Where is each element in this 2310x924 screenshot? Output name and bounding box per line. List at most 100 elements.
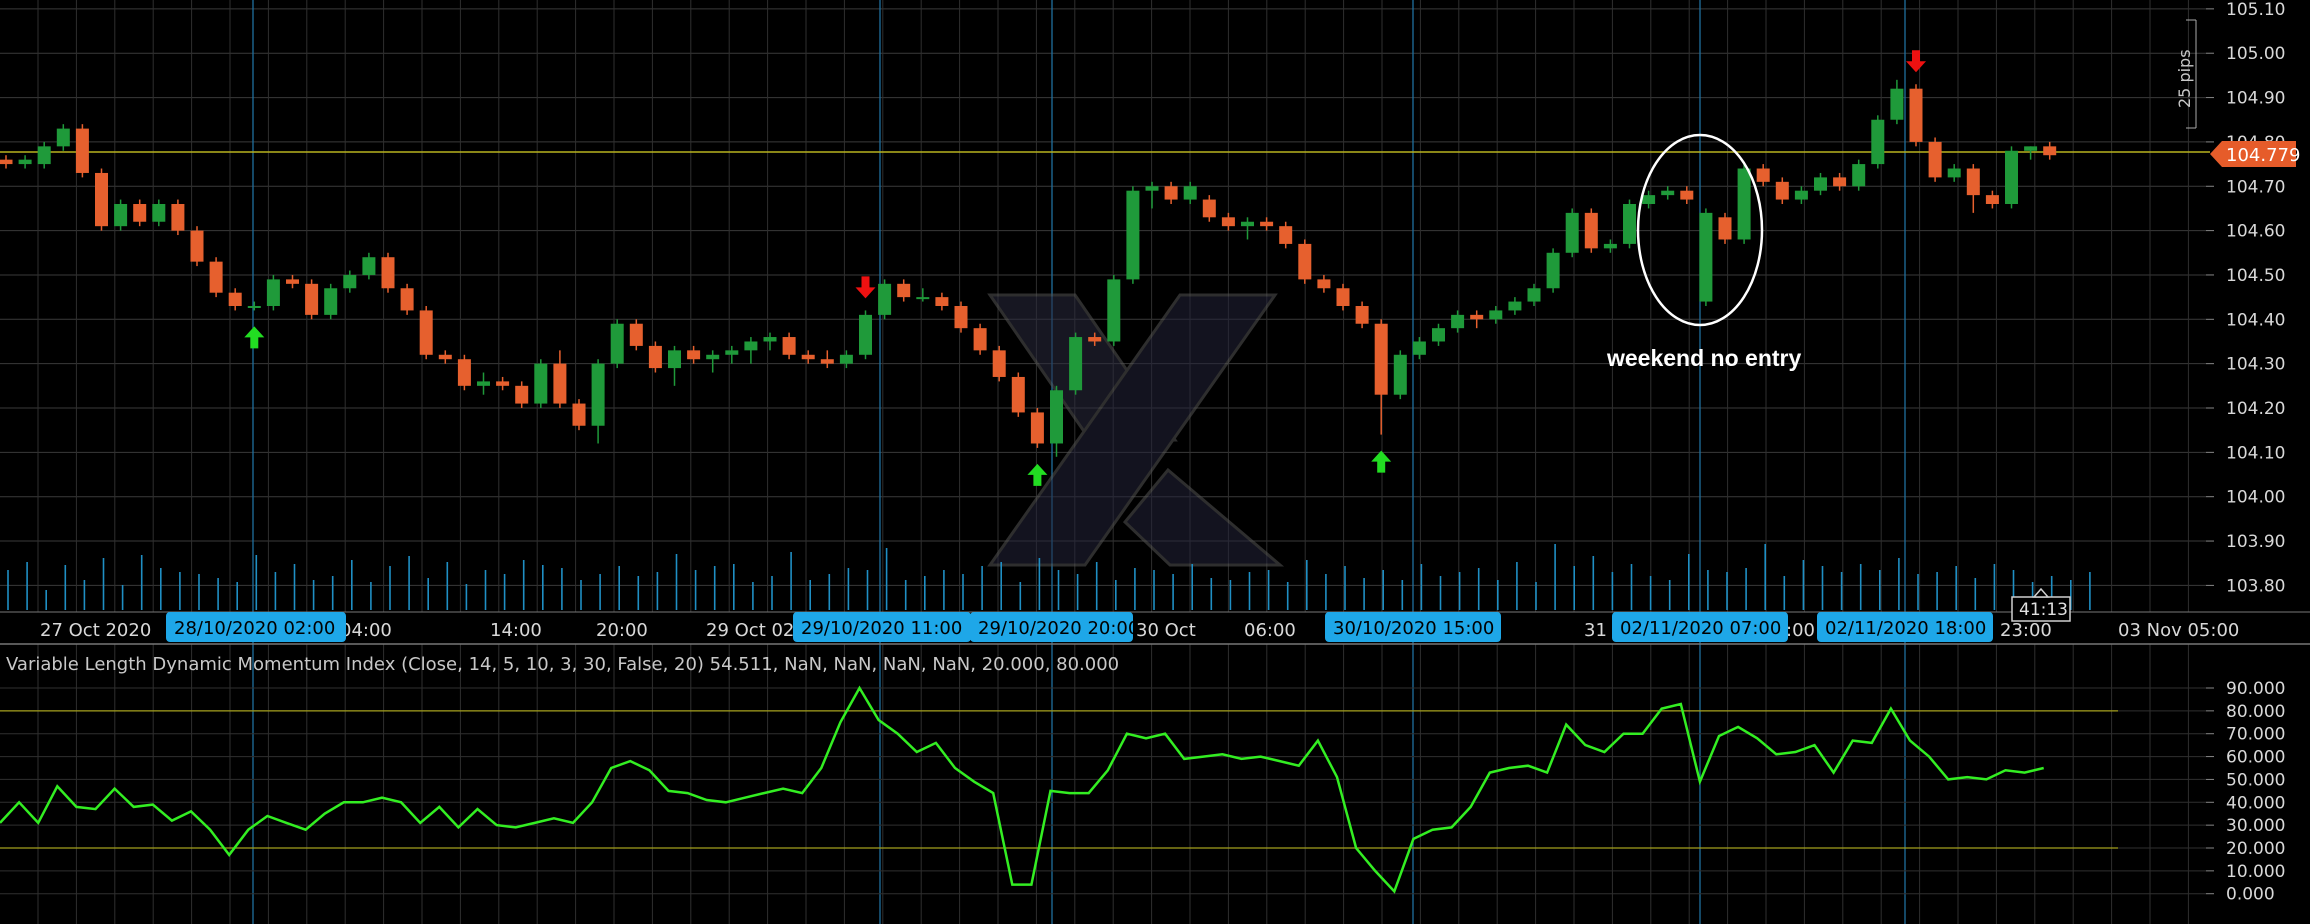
candle-body: [801, 354, 815, 360]
candle-body: [1966, 168, 1980, 196]
candle-body: [56, 128, 70, 147]
candle-body: [18, 159, 32, 165]
candle-body: [992, 350, 1006, 377]
price-tick-label: 103.90: [2226, 532, 2285, 552]
candle-body: [534, 363, 548, 404]
price-tick-label: 104.00: [2226, 488, 2285, 508]
price-tick-label: 104.20: [2226, 399, 2285, 419]
candle-body: [1680, 190, 1694, 200]
candle-body: [457, 359, 471, 386]
candle-body: [95, 172, 108, 227]
candle-body: [820, 359, 834, 364]
candle-body: [954, 306, 968, 329]
candle-body: [343, 274, 357, 289]
indicator-tick-label: 20.000: [2226, 839, 2285, 859]
candle-body: [916, 297, 930, 300]
candle-body: [1871, 119, 1885, 165]
candle-body: [1279, 226, 1293, 244]
candle-body: [152, 204, 166, 222]
candle-body: [1202, 199, 1216, 218]
candle-body: [687, 350, 701, 360]
time-flag-label: 30/10/2020 15:00: [1333, 618, 1494, 639]
candle-body: [1451, 314, 1465, 329]
chart-canvas[interactable]: weekend no entry 105.10105.00104.90104.8…: [0, 0, 2310, 924]
candle-body: [1221, 217, 1235, 227]
time-flag-label: 28/10/2020 02:00: [174, 618, 335, 639]
time-tick-label: :00: [1786, 620, 1815, 641]
candle-body: [247, 306, 261, 308]
candle-body: [859, 314, 872, 355]
time-tick-label: 29 Oct 02: [706, 620, 794, 641]
candle-body: [1909, 88, 1923, 142]
candle-body: [782, 337, 796, 355]
price-tick-label: 104.60: [2226, 222, 2285, 242]
indicator-tick-label: 80.000: [2226, 702, 2285, 722]
candle-body: [1336, 288, 1350, 306]
indicator-tick-label: 10.000: [2226, 862, 2285, 882]
candle-body: [1011, 376, 1025, 413]
candle-body: [209, 261, 223, 293]
time-flag-label: 29/10/2020 20:00: [978, 618, 1139, 639]
candle-body: [1527, 288, 1541, 302]
candle-body: [305, 283, 319, 315]
candle-body: [1355, 306, 1369, 324]
candle-body: [266, 279, 280, 306]
candle-body: [878, 283, 892, 315]
candle-body: [1183, 186, 1197, 200]
candle-body: [1852, 164, 1866, 187]
candle-body: [897, 283, 911, 298]
candle-body: [610, 323, 624, 364]
candle-body: [763, 337, 777, 342]
candle-body: [1985, 195, 1999, 204]
candle-body: [572, 403, 586, 426]
candle-body: [2043, 146, 2057, 156]
indicator-tick-label: 60.000: [2226, 748, 2285, 768]
candle-body: [1069, 337, 1083, 391]
candle-body: [629, 323, 643, 346]
candle-body: [1489, 310, 1503, 320]
price-tick-label: 104.40: [2226, 310, 2285, 330]
candle-body: [668, 350, 681, 369]
candle-body: [228, 292, 242, 306]
candle-body: [1432, 328, 1445, 342]
candle-body: [1642, 195, 1656, 204]
price-tick-label: 103.80: [2226, 576, 2285, 596]
time-tick-label: 27 Oct 2020: [40, 620, 151, 641]
candle-body: [1775, 181, 1789, 200]
candle-body: [1814, 177, 1827, 191]
candle-body: [706, 354, 720, 360]
candle-body: [1164, 186, 1178, 200]
time-tick-label: 06:00: [1244, 620, 1296, 641]
candle-body: [1584, 212, 1598, 249]
candle-body: [1050, 390, 1063, 444]
candle-body: [1546, 252, 1560, 289]
time-tick-label: 31: [1584, 620, 1607, 641]
candle-body: [381, 257, 395, 289]
candle-body: [648, 345, 662, 369]
time-flag-label: 02/11/2020 18:00: [1825, 618, 1986, 639]
candle-body: [1623, 204, 1636, 244]
candle-body: [419, 310, 433, 355]
price-tick-label: 104.50: [2226, 266, 2285, 286]
candle-body: [1603, 243, 1617, 249]
candle-body: [1412, 341, 1426, 355]
candle-body: [1260, 221, 1274, 227]
candle-body: [1947, 168, 1961, 178]
candle-body: [1470, 314, 1484, 320]
candle-body: [839, 354, 853, 364]
candle-body: [400, 288, 414, 311]
candle-body: [286, 279, 299, 284]
indicator-tick-label: 40.000: [2226, 793, 2285, 813]
candle-body: [1756, 168, 1770, 182]
candle-body: [1145, 186, 1159, 191]
price-tick-label: 104.30: [2226, 355, 2285, 375]
candle-body: [324, 288, 338, 315]
candle-body: [2005, 150, 2018, 204]
indicator-tick-label: 70.000: [2226, 725, 2285, 745]
indicator-title: Variable Length Dynamic Momentum Index (…: [6, 654, 1119, 675]
current-price-value: 104.779: [2226, 145, 2300, 166]
candle-body: [0, 159, 13, 165]
indicator-tick-label: 90.000: [2226, 679, 2285, 699]
candle-body: [1126, 190, 1140, 280]
candle-body: [2024, 146, 2038, 151]
